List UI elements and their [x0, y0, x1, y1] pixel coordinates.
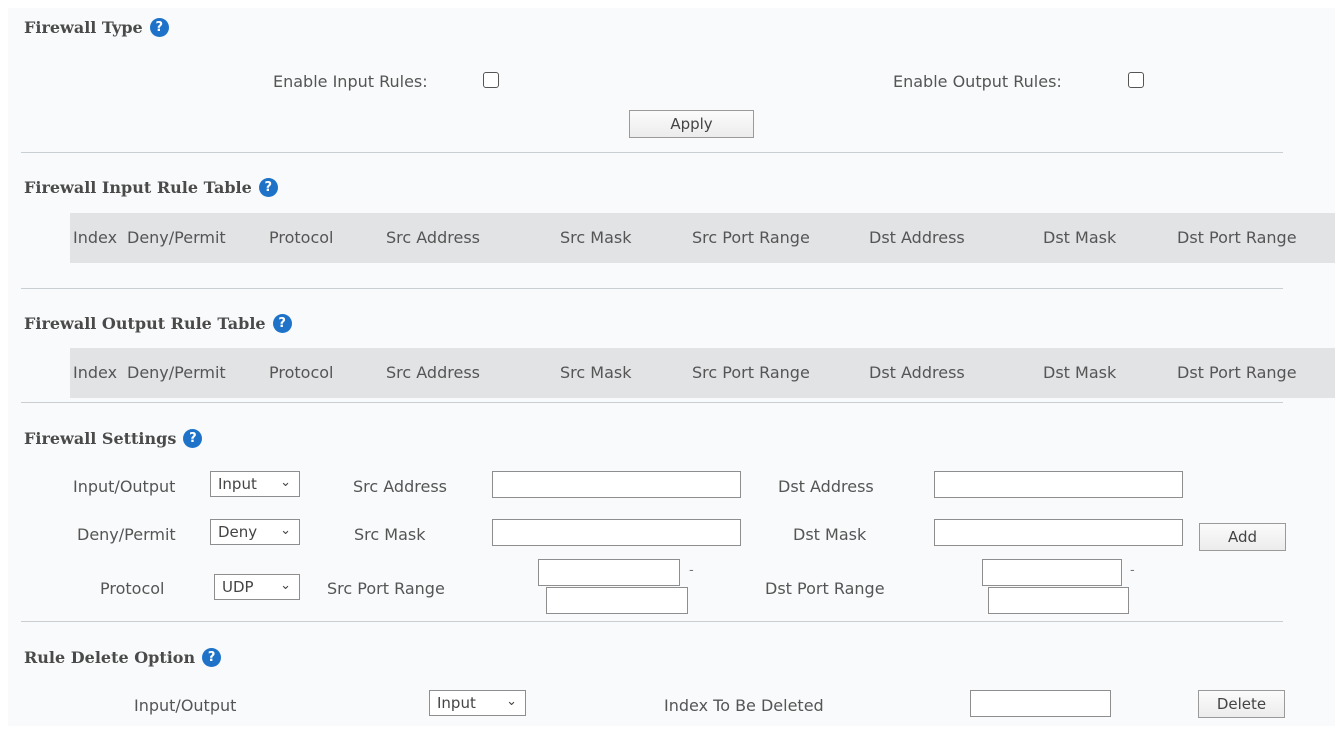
- delete-io-select[interactable]: Input ⌄: [429, 690, 526, 716]
- dst-port-start-input[interactable]: [982, 559, 1122, 586]
- column-header-src-address: Src Address: [386, 363, 480, 382]
- output-rule-table-title: Firewall Output Rule Table: [24, 314, 266, 333]
- divider: [21, 402, 1283, 403]
- delete-button[interactable]: Delete: [1198, 690, 1285, 718]
- firewall-settings-title: Firewall Settings: [24, 429, 177, 448]
- divider: [21, 152, 1283, 153]
- dst-address-label: Dst Address: [778, 477, 874, 496]
- dst-address-input[interactable]: [934, 471, 1183, 498]
- src-port-start-input[interactable]: [538, 559, 680, 586]
- deny-permit-select-value: Deny: [218, 523, 258, 541]
- help-icon[interactable]: ?: [149, 18, 169, 37]
- protocol-select[interactable]: UDP ⌄: [214, 574, 300, 600]
- enable-input-label: Enable Input Rules:: [273, 72, 428, 91]
- column-header-dst-mask: Dst Mask: [1043, 363, 1117, 382]
- firewall-settings-section: Firewall Settings?: [24, 429, 203, 448]
- index-to-delete-input[interactable]: [970, 690, 1111, 717]
- dst-port-range-separator: -: [1130, 563, 1135, 578]
- chevron-down-icon: ⌄: [280, 475, 291, 490]
- column-header-protocol: Protocol: [269, 363, 334, 382]
- io-label: Input/Output: [73, 477, 176, 496]
- protocol-label: Protocol: [100, 579, 165, 598]
- column-header-dst-port-range: Dst Port Range: [1177, 228, 1297, 247]
- enable-output-checkbox[interactable]: [1128, 72, 1144, 88]
- io-select[interactable]: Input ⌄: [210, 471, 300, 497]
- src-mask-label: Src Mask: [354, 525, 426, 544]
- dst-mask-label: Dst Mask: [793, 525, 867, 544]
- src-port-range-label: Src Port Range: [327, 579, 445, 598]
- column-header-index: Index: [73, 228, 118, 247]
- src-mask-input[interactable]: [492, 519, 741, 546]
- io-select-value: Input: [218, 475, 257, 493]
- chevron-down-icon: ⌄: [506, 694, 517, 709]
- input-rule-table-title: Firewall Input Rule Table: [24, 178, 252, 197]
- dst-port-end-input[interactable]: [988, 587, 1129, 614]
- chevron-down-icon: ⌄: [280, 578, 291, 593]
- column-header-dst-address: Dst Address: [869, 228, 965, 247]
- rule-delete-section: Rule Delete Option?: [24, 648, 222, 667]
- column-header-src-mask: Src Mask: [560, 228, 632, 247]
- column-header-dst-mask: Dst Mask: [1043, 228, 1117, 247]
- column-header-index: Index: [73, 363, 118, 382]
- output-rule-table-header: Index Deny/Permit Protocol Src Address S…: [70, 348, 1335, 398]
- column-header-src-address: Src Address: [386, 228, 480, 247]
- input-rule-table-section: Firewall Input Rule Table?: [24, 178, 278, 197]
- rule-delete-title: Rule Delete Option: [24, 648, 196, 667]
- dst-port-range-label: Dst Port Range: [765, 579, 885, 598]
- column-header-src-mask: Src Mask: [560, 363, 632, 382]
- column-header-dst-port-range: Dst Port Range: [1177, 363, 1297, 382]
- enable-input-checkbox[interactable]: [483, 72, 499, 88]
- help-icon[interactable]: ?: [258, 178, 278, 197]
- output-rule-table-section: Firewall Output Rule Table?: [24, 314, 292, 333]
- deny-permit-label: Deny/Permit: [77, 525, 176, 544]
- src-address-input[interactable]: [492, 471, 741, 498]
- add-button[interactable]: Add: [1199, 523, 1286, 551]
- src-address-label: Src Address: [353, 477, 447, 496]
- chevron-down-icon: ⌄: [280, 523, 291, 538]
- input-rule-table-header: Index Deny/Permit Protocol Src Address S…: [70, 213, 1335, 263]
- delete-io-select-value: Input: [437, 694, 476, 712]
- help-icon[interactable]: ?: [202, 648, 222, 667]
- delete-io-label: Input/Output: [134, 696, 237, 715]
- divider: [21, 288, 1283, 289]
- column-header-deny-permit: Deny/Permit: [127, 363, 226, 382]
- divider: [21, 621, 1283, 622]
- column-header-deny-permit: Deny/Permit: [127, 228, 226, 247]
- src-port-end-input[interactable]: [546, 587, 688, 614]
- dst-mask-input[interactable]: [934, 519, 1183, 546]
- column-header-src-port-range: Src Port Range: [692, 228, 810, 247]
- column-header-protocol: Protocol: [269, 228, 334, 247]
- column-header-src-port-range: Src Port Range: [692, 363, 810, 382]
- deny-permit-select[interactable]: Deny ⌄: [210, 519, 300, 545]
- index-to-delete-label: Index To Be Deleted: [664, 696, 824, 715]
- src-port-range-separator: -: [689, 563, 694, 578]
- enable-output-label: Enable Output Rules:: [893, 72, 1062, 91]
- column-header-dst-address: Dst Address: [869, 363, 965, 382]
- firewall-type-title: Firewall Type: [24, 18, 143, 37]
- help-icon[interactable]: ?: [183, 429, 203, 448]
- apply-button[interactable]: Apply: [629, 110, 754, 138]
- help-icon[interactable]: ?: [272, 314, 292, 333]
- firewall-page: Firewall Type? Enable Input Rules: Enabl…: [8, 8, 1335, 726]
- protocol-select-value: UDP: [222, 578, 254, 596]
- firewall-type-section: Firewall Type?: [24, 18, 169, 37]
